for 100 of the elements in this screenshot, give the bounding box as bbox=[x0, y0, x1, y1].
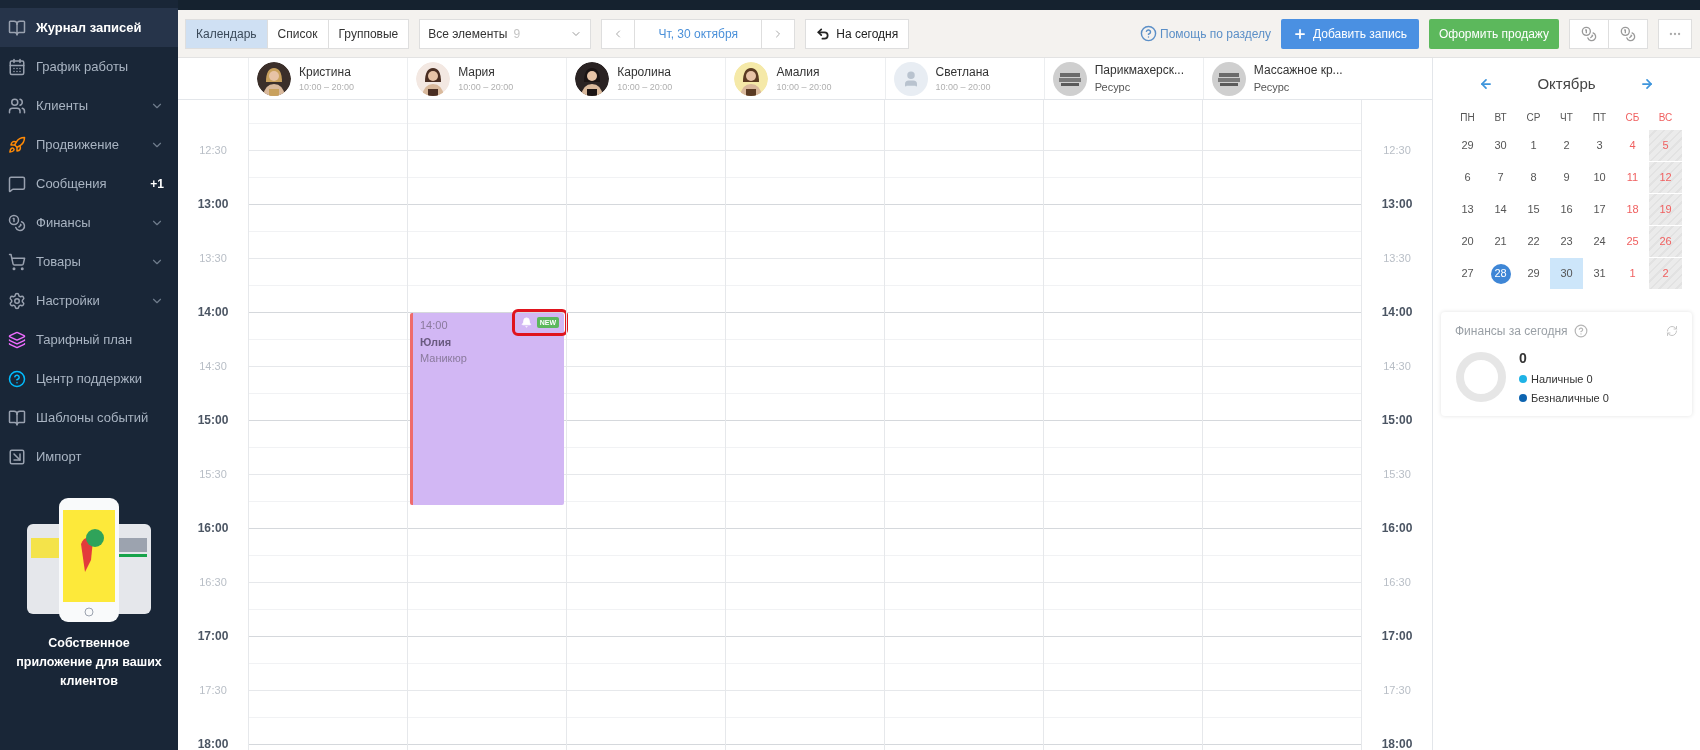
plus-icon bbox=[1293, 26, 1307, 41]
next-month-icon[interactable] bbox=[1640, 77, 1654, 91]
more-button[interactable] bbox=[1658, 18, 1692, 49]
staff-hours: 10:00 – 20:00 bbox=[776, 80, 832, 94]
time-label: 16:30 bbox=[1383, 575, 1411, 590]
view-tab[interactable]: Групповые bbox=[327, 18, 410, 49]
avatar-icon bbox=[893, 61, 928, 96]
time-label: 18:00 bbox=[197, 736, 229, 750]
time-label: 14:30 bbox=[199, 359, 227, 374]
layers-icon bbox=[8, 330, 26, 349]
people-icon bbox=[8, 96, 26, 115]
help-icon[interactable] bbox=[1573, 324, 1588, 338]
time-label: 13:00 bbox=[197, 196, 229, 213]
view-tab[interactable]: Календарь bbox=[185, 18, 268, 49]
calendar-day[interactable]: 30 bbox=[1484, 130, 1517, 162]
calendar-day[interactable]: 13 bbox=[1451, 194, 1484, 226]
coins-icon bbox=[1620, 25, 1636, 42]
legend-label: Наличные 0 bbox=[1531, 372, 1593, 387]
view-tab[interactable]: Список bbox=[266, 18, 329, 49]
previous-month-icon[interactable] bbox=[1479, 77, 1493, 91]
calendar-day[interactable]: 29 bbox=[1451, 130, 1484, 162]
staff-hours: 10:00 – 20:00 bbox=[617, 80, 673, 94]
calendar-day[interactable]: 8 bbox=[1517, 162, 1550, 194]
time-label: 13:00 bbox=[1381, 196, 1413, 213]
settings-icon bbox=[8, 291, 26, 310]
previous-day-button[interactable] bbox=[601, 18, 636, 49]
book-icon bbox=[8, 18, 26, 37]
time-label: 17:30 bbox=[1383, 683, 1411, 698]
calendar-day[interactable]: 16 bbox=[1550, 194, 1583, 226]
filter-dropdown[interactable]: Все элементы 9 bbox=[419, 18, 592, 49]
weekday-label: СР bbox=[1526, 110, 1541, 125]
sidebar-item[interactable]: Финансы bbox=[0, 203, 178, 242]
sidebar-item[interactable]: Импорт bbox=[0, 437, 178, 476]
calendar-day[interactable]: 17 bbox=[1583, 194, 1616, 226]
time-label: 13:30 bbox=[1383, 251, 1411, 266]
rocket-icon bbox=[8, 135, 26, 154]
chat-icon bbox=[8, 174, 26, 193]
bell-icon bbox=[520, 317, 532, 328]
total-amount: 0 bbox=[1519, 349, 1528, 368]
calendar-day[interactable]: 28 bbox=[1484, 258, 1517, 290]
month-title: Октябрь bbox=[1537, 73, 1596, 94]
client-name: Юлия bbox=[420, 334, 452, 350]
sidebar-item[interactable]: График работы bbox=[0, 47, 178, 86]
next-day-button[interactable] bbox=[761, 18, 796, 49]
sidebar-item[interactable]: Товары bbox=[0, 242, 178, 281]
sidebar-item[interactable]: Настройки bbox=[0, 281, 178, 320]
calendar-day[interactable]: 27 bbox=[1451, 258, 1484, 290]
calendar-day[interactable]: 6 bbox=[1451, 162, 1484, 194]
sofa-icon bbox=[1211, 61, 1246, 96]
calendar-day[interactable]: 31 bbox=[1583, 258, 1616, 290]
sofa-icon bbox=[1052, 61, 1087, 96]
weekday-label: ЧТ bbox=[1560, 110, 1573, 125]
calendar-day[interactable]: 21 bbox=[1484, 226, 1517, 258]
calendar-day[interactable]: 15 bbox=[1517, 194, 1550, 226]
appointment-time: 14:00 bbox=[420, 318, 448, 333]
service-name: Маникюр bbox=[420, 351, 467, 366]
time-label: 16:00 bbox=[197, 520, 229, 537]
weekday-label: СБ bbox=[1625, 110, 1640, 125]
book-icon bbox=[8, 408, 26, 427]
add-money-button[interactable] bbox=[1569, 18, 1609, 49]
return-arrow-icon bbox=[816, 26, 831, 41]
time-label: 15:00 bbox=[197, 412, 229, 429]
calendar-day[interactable]: 30 bbox=[1550, 258, 1583, 290]
calendar-day[interactable]: 7 bbox=[1484, 162, 1517, 194]
calendar-day[interactable]: 1 bbox=[1517, 130, 1550, 162]
calendar-day[interactable]: 24 bbox=[1583, 226, 1616, 258]
sidebar-item[interactable]: Сообщения +1 bbox=[0, 164, 178, 203]
time-label: 18:00 bbox=[1381, 736, 1413, 750]
calendar-day[interactable]: 2 bbox=[1550, 130, 1583, 162]
refresh-icon[interactable] bbox=[1666, 325, 1678, 337]
coins-icon bbox=[8, 213, 26, 232]
calendar-day[interactable]: 9 bbox=[1550, 162, 1583, 194]
calendar-icon bbox=[8, 57, 26, 76]
calendar-day[interactable]: 14 bbox=[1484, 194, 1517, 226]
time-label: 14:00 bbox=[197, 304, 229, 321]
time-label: 14:00 bbox=[1381, 304, 1413, 321]
calendar-day[interactable]: 10 bbox=[1583, 162, 1616, 194]
donut-chart-drawing bbox=[1455, 351, 1507, 403]
staff-hours: 10:00 – 20:00 bbox=[299, 80, 355, 94]
time-label: 17:00 bbox=[197, 628, 229, 645]
staff-name: Мария bbox=[458, 63, 496, 81]
staff-hours: Ресурс bbox=[1253, 80, 1291, 96]
import-icon bbox=[8, 447, 26, 466]
sidebar-item[interactable]: Тарифный план bbox=[0, 320, 178, 359]
staff-hours: Ресурс bbox=[1094, 80, 1132, 96]
sidebar-item[interactable]: Центр поддержки bbox=[0, 359, 178, 398]
sidebar-item[interactable]: Шаблоны событий bbox=[0, 398, 178, 437]
calendar-day[interactable]: 20 bbox=[1451, 226, 1484, 258]
card-title: Финансы за сегодня bbox=[1455, 323, 1568, 340]
calendar-day[interactable]: 22 bbox=[1517, 226, 1550, 258]
sidebar-item[interactable]: Продвижение bbox=[0, 125, 178, 164]
staff-name: Светлана bbox=[935, 63, 990, 81]
weekday-label: ПН bbox=[1460, 110, 1475, 125]
sidebar-item[interactable]: Клиенты bbox=[0, 86, 178, 125]
time-label: 15:30 bbox=[199, 467, 227, 482]
today-button[interactable]: На сегодня bbox=[805, 18, 910, 49]
calendar-day[interactable]: 3 bbox=[1583, 130, 1616, 162]
staff-name: Каролина bbox=[617, 63, 673, 81]
sidebar-item[interactable]: Журнал записей bbox=[0, 8, 178, 47]
remove-money-button[interactable] bbox=[1608, 18, 1648, 49]
